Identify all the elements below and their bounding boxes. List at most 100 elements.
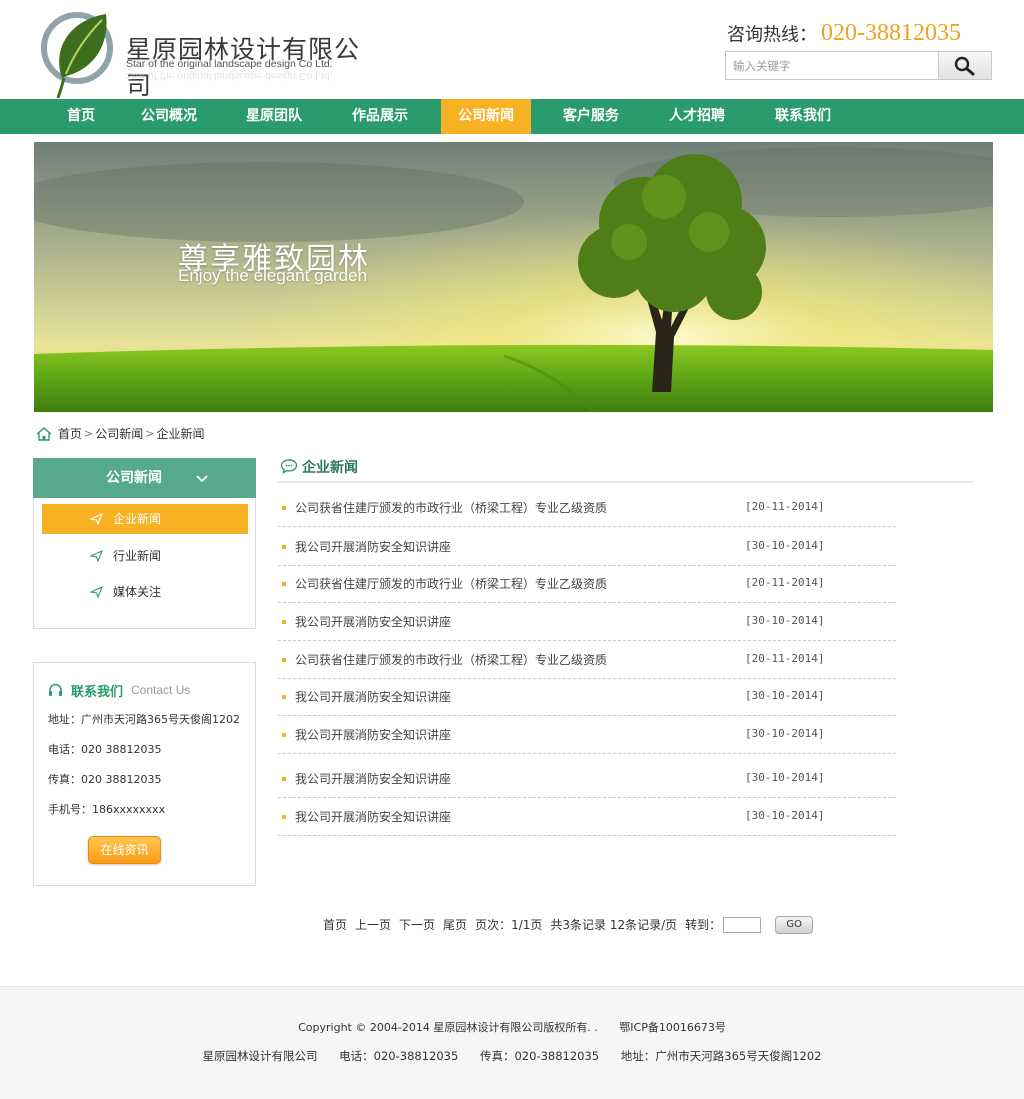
news-item[interactable]: 我公司开展消防安全知识讲座 [30-10-2014]	[278, 716, 896, 754]
pager-last[interactable]: 尾页	[443, 915, 467, 935]
news-title[interactable]: 我公司开展消防安全知识讲座	[295, 808, 451, 825]
nav-item-home[interactable]: 首页	[48, 99, 114, 134]
main-nav: 首页 公司概况 星原团队 作品展示 公司新闻 客户服务 人才招聘 联系我们	[0, 99, 1024, 134]
pager-first[interactable]: 首页	[323, 915, 347, 935]
nav-item-recruitment[interactable]: 人才招聘	[656, 99, 738, 134]
news-title[interactable]: 公司获省住建厅颁发的市政行业（桥梁工程）专业乙级资质	[295, 575, 607, 592]
section-header: 企业新闻	[278, 455, 973, 483]
category-item-media-attention[interactable]: 媒体关注	[42, 577, 248, 607]
news-title[interactable]: 我公司开展消防安全知识讲座	[295, 688, 451, 705]
news-item[interactable]: 我公司开展消防安全知识讲座 [30-10-2014]	[278, 799, 896, 836]
footer-copyright-line: Copyright © 2004-2014 星原园林设计有限公司版权所有. . …	[0, 1019, 1024, 1035]
bullet-icon	[282, 777, 286, 781]
bullet-icon	[282, 658, 286, 662]
chat-bubble-icon	[280, 459, 298, 474]
footer-icp[interactable]: 鄂ICP备10016673号	[619, 1021, 726, 1034]
category-box: 公司新闻 企业新闻 行业新闻 媒体关注	[33, 458, 256, 629]
section-title: 企业新闻	[302, 460, 358, 476]
pager-goto-label: 转到：	[685, 918, 722, 932]
news-title[interactable]: 我公司开展消防安全知识讲座	[295, 726, 451, 743]
nav-item-team[interactable]: 星原团队	[233, 99, 315, 134]
news-item[interactable]: 公司获省住建厅颁发的市政行业（桥梁工程）专业乙级资质 [20-11-2014]	[278, 641, 896, 679]
news-title[interactable]: 我公司开展消防安全知识讲座	[295, 770, 451, 787]
news-date: [30-10-2014]	[745, 539, 825, 552]
hotline-label: 咨询热线：	[727, 24, 817, 46]
nav-item-company-overview[interactable]: 公司概况	[128, 99, 210, 134]
category-label: 行业新闻	[113, 549, 162, 563]
contact-address: 地址：广州市天河路365号天俊阁1202	[48, 713, 240, 726]
send-arrow-icon	[90, 513, 103, 525]
bullet-icon	[282, 733, 286, 737]
news-date: [30-10-2014]	[745, 614, 825, 627]
nav-item-contact[interactable]: 联系我们	[762, 99, 844, 134]
news-item[interactable]: 我公司开展消防安全知识讲座 [30-10-2014]	[278, 528, 896, 566]
contact-title: 联系我们	[71, 684, 124, 700]
home-icon	[36, 427, 52, 441]
logo[interactable]: 星原园林设计有限公司 Star of the original landscap…	[40, 8, 370, 100]
bullet-icon	[282, 620, 286, 624]
category-label: 企业新闻	[113, 512, 162, 526]
news-item[interactable]: 公司获省住建厅颁发的市政行业（桥梁工程）专业乙级资质 [20-11-2014]	[278, 565, 896, 603]
news-item[interactable]: 我公司开展消防安全知识讲座 [30-10-2014]	[278, 756, 896, 798]
bullet-icon	[282, 695, 286, 699]
search-button[interactable]	[938, 52, 991, 79]
contact-header: 联系我们 Contact Us	[48, 681, 191, 700]
pager-next[interactable]: 下一页	[399, 915, 435, 935]
news-item[interactable]: 公司获省住建厅颁发的市政行业（桥梁工程）专业乙级资质 [20-11-2014]	[278, 490, 896, 527]
news-title[interactable]: 我公司开展消防安全知识讲座	[295, 538, 451, 555]
banner-subtitle: Enjoy the elegant garden	[178, 266, 368, 285]
category-item-enterprise-news[interactable]: 企业新闻	[42, 504, 248, 534]
send-arrow-icon	[90, 586, 103, 598]
nav-item-works[interactable]: 作品展示	[339, 99, 421, 134]
news-date: [20-11-2014]	[745, 500, 825, 513]
hotline: 咨询热线： 020-38812035	[727, 20, 961, 48]
footer-copyright: Copyright © 2004-2014 星原园林设计有限公司版权所有. .	[298, 1021, 598, 1034]
news-date: [20-11-2014]	[745, 652, 825, 665]
pager-page-info: 页次：1/1页	[475, 918, 543, 932]
site-footer: Copyright © 2004-2014 星原园林设计有限公司版权所有. . …	[0, 986, 1024, 1099]
breadcrumb-separator: >	[84, 427, 94, 440]
search-icon	[954, 56, 975, 75]
breadcrumb: 首页 > 公司新闻 > 企业新闻	[36, 425, 204, 443]
breadcrumb-home[interactable]: 首页	[58, 425, 82, 443]
pager-record-info: 共3条记录 12条记录/页	[550, 918, 678, 932]
footer-company: 星原园林设计有限公司	[202, 1049, 318, 1063]
hotline-number: 020-38812035	[821, 20, 961, 46]
news-date: [30-10-2014]	[745, 771, 825, 784]
category-title: 公司新闻	[106, 470, 162, 486]
site-header: 星原园林设计有限公司 Star of the original landscap…	[0, 0, 1024, 100]
company-name-en-reflection: Star of the original landscape design Co…	[126, 70, 333, 82]
footer-fax: 传真：020-38812035	[479, 1049, 600, 1063]
online-consult-button[interactable]: 在线资讯	[88, 836, 161, 864]
news-date: [30-10-2014]	[745, 727, 825, 740]
nav-item-company-news[interactable]: 公司新闻	[441, 99, 531, 134]
bullet-icon	[282, 545, 286, 549]
news-title[interactable]: 公司获省住建厅颁发的市政行业（桥梁工程）专业乙级资质	[295, 651, 607, 668]
contact-title-en: Contact Us	[131, 683, 191, 697]
news-item[interactable]: 我公司开展消防安全知识讲座 [30-10-2014]	[278, 603, 896, 641]
bullet-icon	[282, 506, 286, 510]
pager-prev[interactable]: 上一页	[355, 915, 391, 935]
breadcrumb-company-news[interactable]: 公司新闻	[95, 425, 143, 443]
bullet-icon	[282, 815, 286, 819]
category-header[interactable]: 公司新闻	[33, 458, 256, 498]
pager-goto-input[interactable]	[723, 917, 762, 933]
contact-fax: 传真：020 38812035	[48, 773, 162, 786]
contact-phone: 电话：020 38812035	[48, 743, 162, 756]
search-box	[725, 51, 992, 80]
contact-box: 联系我们 Contact Us 地址：广州市天河路365号天俊阁1202 电话：…	[33, 662, 256, 886]
breadcrumb-current: 企业新闻	[156, 427, 205, 441]
company-name-en: Star of the original landscape design Co…	[126, 58, 333, 70]
news-date: [30-10-2014]	[745, 809, 825, 822]
news-title[interactable]: 公司获省住建厅颁发的市政行业（桥梁工程）专业乙级资质	[295, 499, 607, 516]
news-title[interactable]: 我公司开展消防安全知识讲座	[295, 613, 451, 630]
go-button[interactable]: GO	[775, 916, 814, 934]
news-item[interactable]: 我公司开展消防安全知识讲座 [30-10-2014]	[278, 678, 896, 716]
nav-item-customer-service[interactable]: 客户服务	[550, 99, 632, 134]
contact-mobile: 手机号：186xxxxxxxx	[48, 803, 166, 816]
leaf-logo-icon	[41, 12, 113, 98]
hero-banner: 尊享雅致园林 Enjoy the elegant garden	[34, 142, 993, 412]
category-item-industry-news[interactable]: 行业新闻	[42, 541, 248, 571]
category-label: 媒体关注	[113, 585, 162, 599]
search-input[interactable]	[726, 52, 938, 79]
